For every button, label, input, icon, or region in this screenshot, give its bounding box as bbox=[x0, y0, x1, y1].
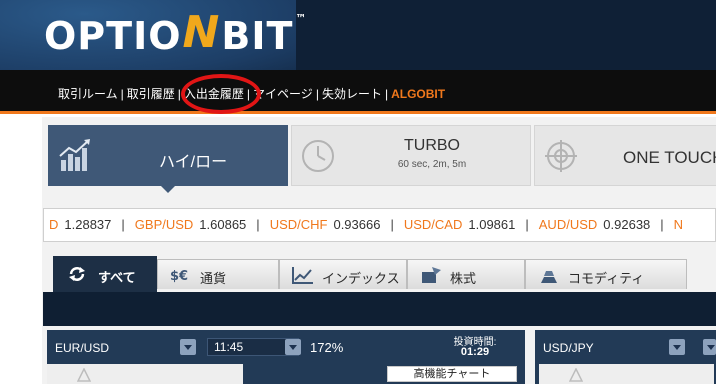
index-chart-icon bbox=[292, 267, 313, 284]
tab-stock[interactable]: 株式 bbox=[407, 259, 525, 289]
currency-icon: $€ bbox=[170, 269, 188, 284]
high-low-label: ハイ/ロー bbox=[159, 154, 228, 171]
ticker-value: 1.09861 bbox=[468, 217, 516, 232]
ticker-pair: AUD/USD bbox=[538, 217, 598, 232]
nav-trading-room[interactable]: 取引ルーム bbox=[58, 85, 118, 102]
investment-time-value: 01:29 bbox=[460, 346, 490, 358]
ticker-value: 1.28837 bbox=[64, 217, 112, 232]
price-chart-area bbox=[539, 364, 714, 384]
tab-all[interactable]: すべて bbox=[53, 256, 157, 292]
optionbit-logo[interactable]: OPTIO N BIT ™ bbox=[44, 7, 308, 58]
tab-high-low[interactable]: ハイ/ロー bbox=[48, 125, 288, 186]
ticker-pair: N bbox=[673, 217, 684, 232]
price-chart-area bbox=[47, 364, 243, 384]
one-touch-label: ONE TOUCH bbox=[623, 148, 716, 167]
asset-dropdown-button[interactable] bbox=[180, 339, 196, 355]
ticker-value: 0.93666 bbox=[333, 217, 381, 232]
ticker-separator: | bbox=[390, 217, 394, 232]
ticker-pair: USD/CAD bbox=[403, 217, 463, 232]
advanced-chart-button[interactable]: 高機能チャート bbox=[387, 366, 517, 382]
gold-bars-icon bbox=[541, 271, 557, 283]
category-content-band bbox=[43, 292, 716, 326]
ticker-value: 0.92638 bbox=[603, 217, 651, 232]
expiry-dropdown-button[interactable] bbox=[703, 339, 716, 355]
tab-index-label: インデックス bbox=[322, 271, 400, 286]
tab-stock-label: 株式 bbox=[450, 271, 477, 286]
up-arrow-icon bbox=[77, 368, 91, 382]
tab-commodity[interactable]: コモディティ bbox=[525, 259, 687, 289]
logo-trademark: ™ bbox=[295, 12, 308, 25]
nav-algobit[interactable]: ALGOBIT bbox=[391, 87, 445, 101]
main-nav: 取引ルーム | 取引履歴 | 入出金履歴 | マイページ | 失効レート | A… bbox=[0, 70, 716, 114]
asset-panel-eurusd: EUR/USD 11:45 172% 投資時間: 01:29 高機能チャート bbox=[47, 330, 525, 384]
highlight-circle bbox=[181, 74, 261, 114]
tab-index[interactable]: インデックス bbox=[279, 259, 407, 289]
ticker-pair: D bbox=[49, 217, 59, 232]
active-tab-pointer bbox=[160, 185, 176, 193]
turbo-label: TURBO bbox=[404, 137, 460, 154]
nav-separator: | bbox=[384, 86, 389, 101]
tab-currency[interactable]: $€ 通貨 bbox=[157, 259, 279, 289]
target-icon bbox=[545, 140, 577, 172]
asset-panel-usdjpy: USD/JPY bbox=[535, 330, 716, 384]
logo-text-n: N bbox=[182, 7, 221, 58]
ticker-separator: | bbox=[121, 217, 125, 232]
up-arrow-icon bbox=[569, 368, 583, 382]
nav-separator: | bbox=[120, 86, 124, 101]
expiry-dropdown-button[interactable] bbox=[285, 339, 301, 355]
ticker-pair: GBP/USD bbox=[134, 217, 194, 232]
header-dark-area bbox=[296, 0, 716, 70]
stock-icon bbox=[422, 267, 441, 283]
tab-commodity-label: コモディティ bbox=[568, 271, 645, 286]
asset-dropdown-button[interactable] bbox=[669, 339, 685, 355]
ticker-pair: USD/CHF bbox=[269, 217, 328, 232]
asset-pair-label: EUR/USD bbox=[55, 341, 110, 355]
tab-currency-label: 通貨 bbox=[200, 271, 227, 286]
ticker-separator: | bbox=[525, 217, 529, 232]
nav-trade-history[interactable]: 取引履歴 bbox=[127, 85, 175, 102]
logo-text-b: BIT bbox=[221, 14, 294, 58]
ticker-separator: | bbox=[660, 217, 664, 232]
bar-chart-icon bbox=[59, 139, 90, 171]
nav-separator: | bbox=[315, 86, 319, 101]
svg-text:$€: $€ bbox=[170, 269, 188, 284]
logo-text-a: OPTIO bbox=[44, 14, 182, 58]
payout-percent: 172% bbox=[310, 340, 344, 355]
refresh-icon bbox=[69, 267, 85, 281]
tab-one-touch[interactable]: ONE TOUCH bbox=[534, 125, 716, 186]
tab-turbo[interactable]: TURBO 60 sec, 2m, 5m bbox=[291, 125, 531, 186]
site-header: OPTIO N BIT ™ bbox=[0, 0, 716, 70]
tab-all-label: すべて bbox=[98, 270, 136, 285]
nav-my-page[interactable]: マイページ bbox=[253, 85, 313, 102]
turbo-subtitle: 60 sec, 2m, 5m bbox=[397, 159, 467, 170]
ticker-separator: | bbox=[256, 217, 260, 232]
ticker-value: 1.60865 bbox=[199, 217, 247, 232]
rate-ticker: D 1.28837 | GBP/USD 1.60865 | USD/CHF 0.93666 | U… bbox=[43, 208, 716, 242]
nav-expiry-rate[interactable]: 失効レート bbox=[322, 85, 382, 102]
asset-pair-label: USD/JPY bbox=[543, 341, 594, 355]
